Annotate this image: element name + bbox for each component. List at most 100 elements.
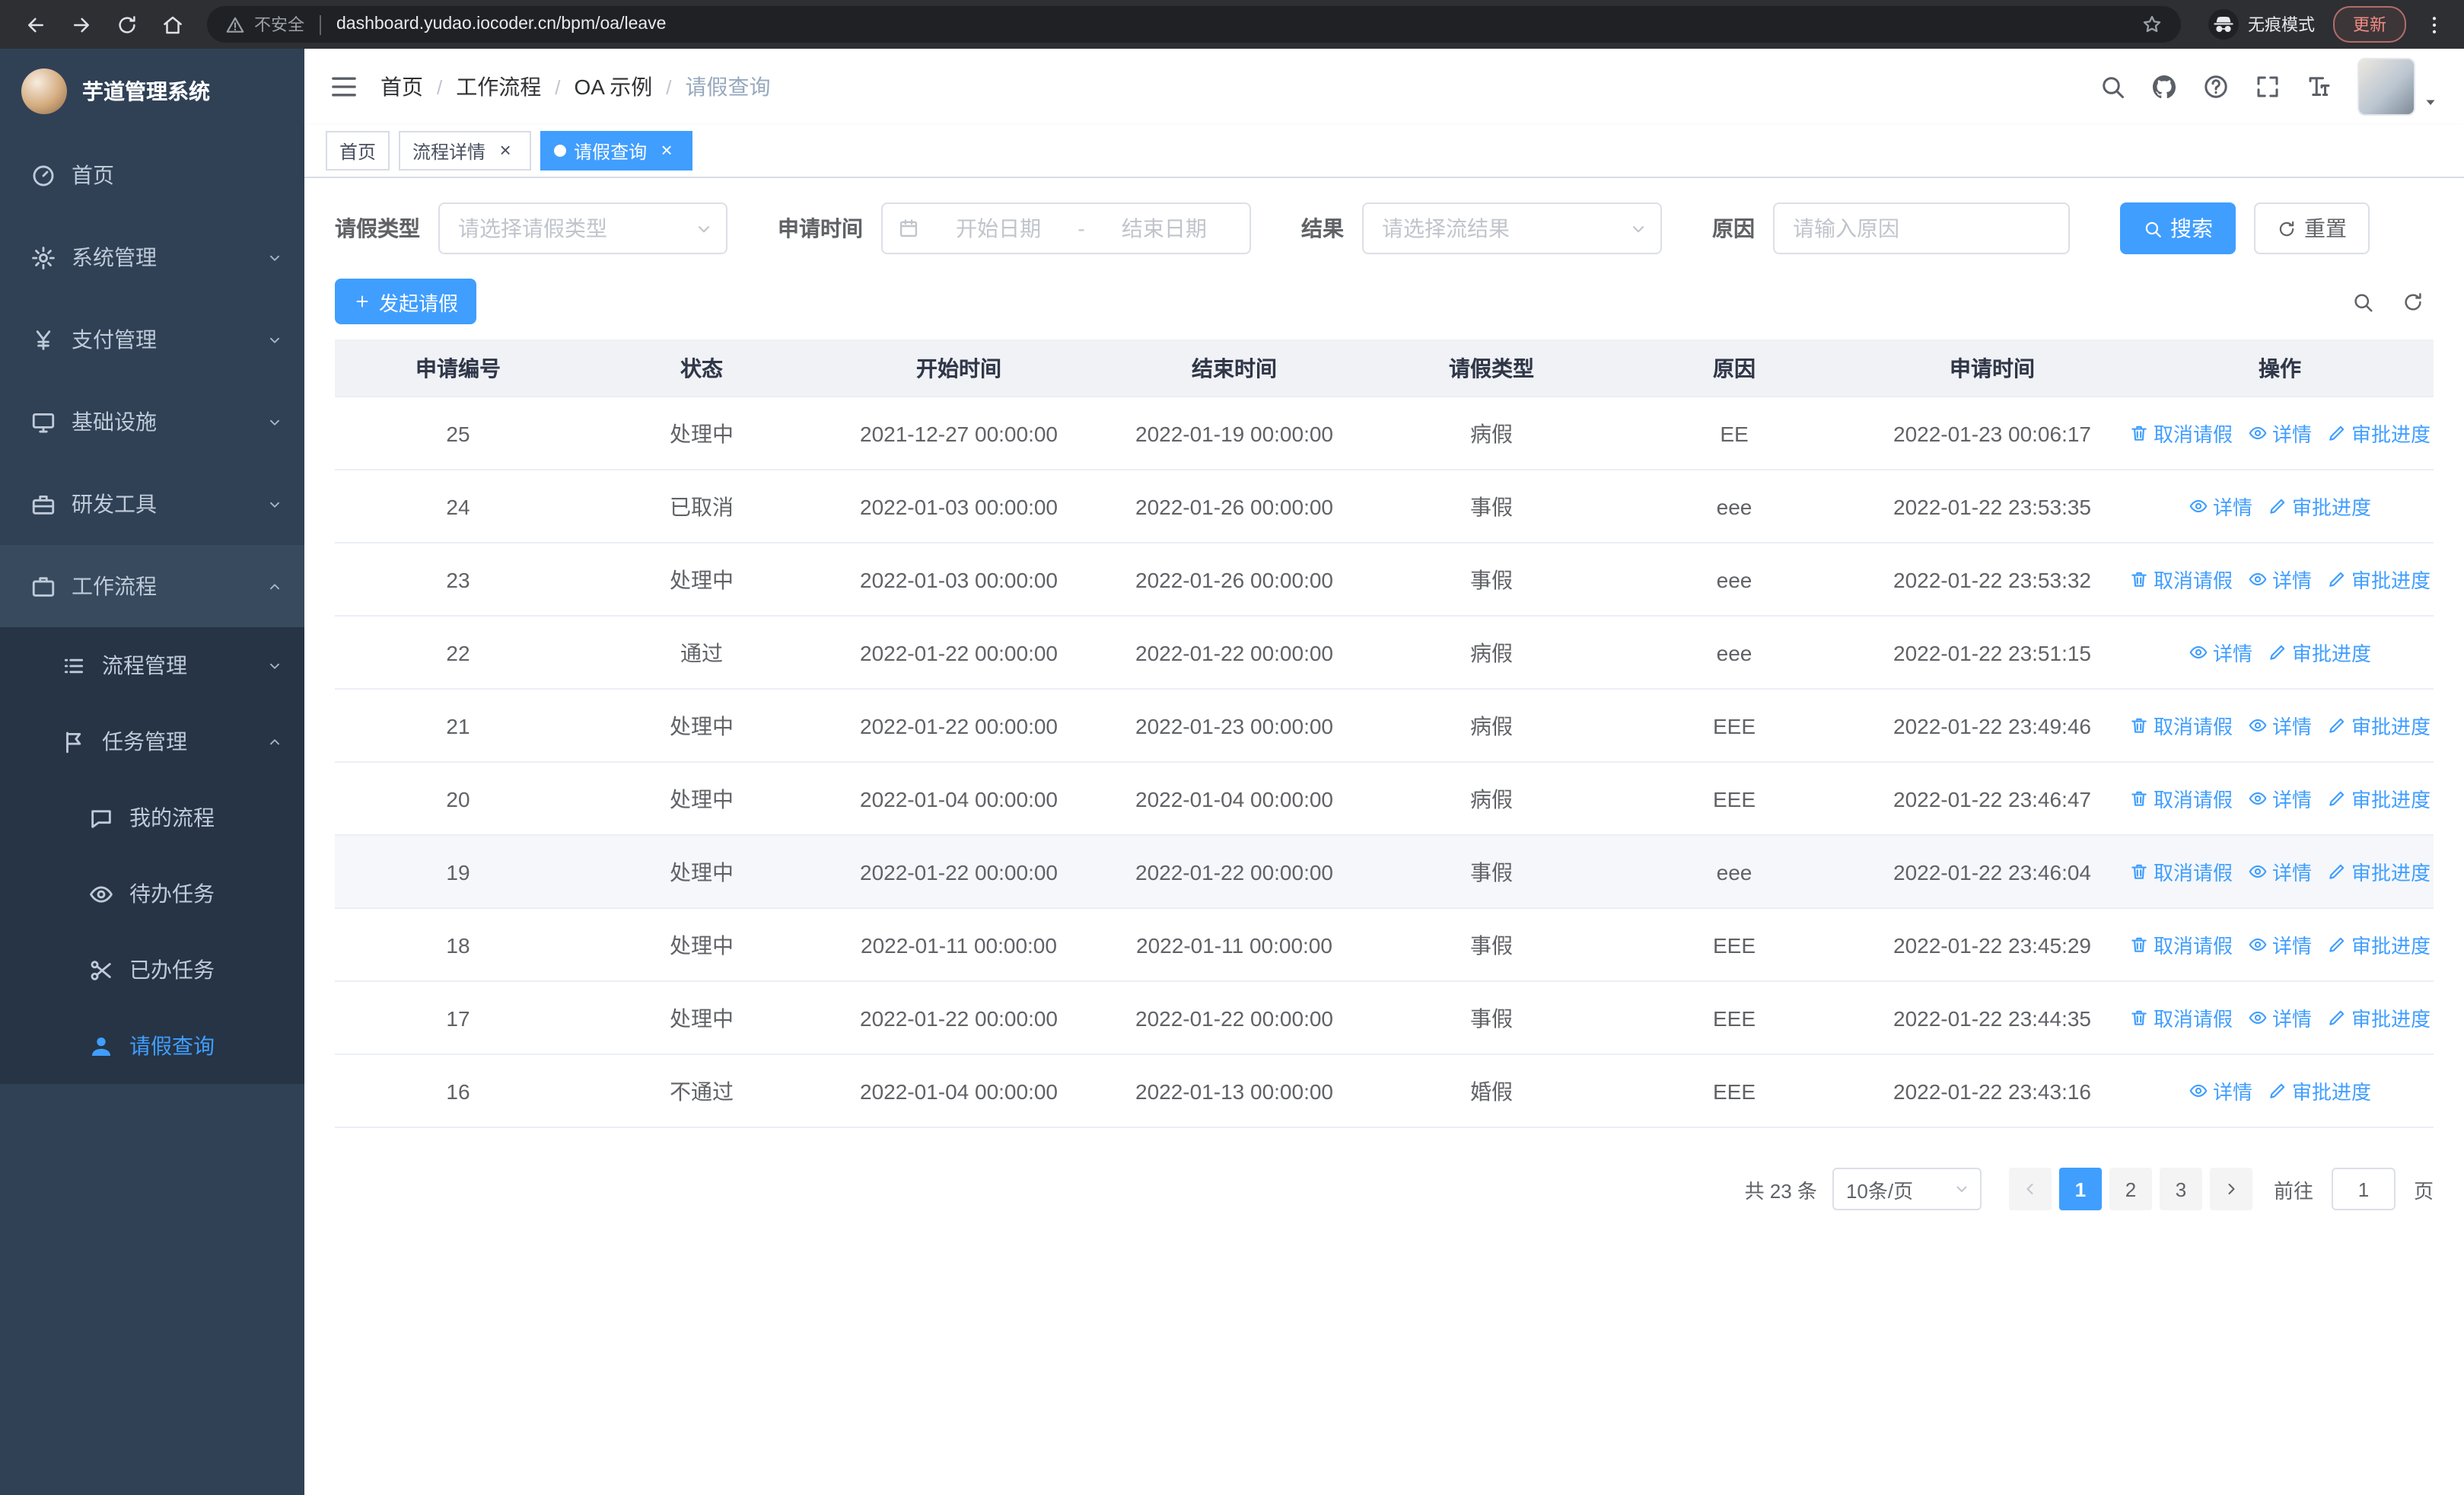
action-detail-link[interactable]: 详情 [2189, 638, 2252, 667]
back-icon[interactable] [15, 5, 55, 44]
sidebar-item[interactable]: 任务管理 [0, 703, 304, 779]
reload-icon[interactable] [107, 5, 146, 44]
column-header: 申请时间 [1858, 339, 2126, 397]
table-row: 19 处理中 2022-01-22 00:00:00 2022-01-22 00:00… [335, 835, 2434, 909]
bookmark-star-icon[interactable] [2141, 14, 2163, 35]
sidebar-item[interactable]: 工作流程 [0, 545, 304, 627]
row-actions: 取消请假 详情 审批进度 [2126, 419, 2434, 448]
action-detail-link[interactable]: 详情 [2248, 1003, 2312, 1032]
browser-home-icon[interactable] [152, 5, 192, 44]
apply-time-range-picker[interactable]: 开始日期 - 结束日期 [881, 202, 1251, 254]
github-icon[interactable] [2150, 73, 2178, 100]
hamburger-icon[interactable] [329, 72, 359, 102]
action-detail-link[interactable]: 详情 [2248, 857, 2312, 886]
cell-id: 21 [335, 689, 581, 763]
action-detail-link[interactable]: 详情 [2248, 711, 2312, 740]
not-secure-warning-icon [225, 14, 245, 34]
sidebar-item[interactable]: 首页 [0, 134, 304, 216]
sidebar-item[interactable]: 待办任务 [0, 856, 304, 932]
action-detail-link[interactable]: 详情 [2248, 419, 2312, 448]
tag-item[interactable]: 首页 [326, 131, 390, 171]
reset-button[interactable]: 重置 [2254, 202, 2370, 254]
chevron-down-icon [266, 413, 283, 430]
action-cancel-link[interactable]: 取消请假 [2129, 930, 2233, 959]
result-select[interactable]: 请选择流结果 [1362, 202, 1662, 254]
sidebar-item[interactable]: 我的流程 [0, 779, 304, 856]
action-detail-link[interactable]: 详情 [2189, 1076, 2252, 1105]
dashboard-icon [30, 162, 56, 188]
sidebar-item-label: 已办任务 [129, 958, 215, 982]
action-progress-link[interactable]: 审批进度 [2327, 419, 2431, 448]
reason-input[interactable] [1773, 202, 2070, 254]
cell-id: 18 [335, 908, 581, 982]
sidebar-item[interactable]: 系统管理 [0, 216, 304, 298]
action-detail-link[interactable]: 详情 [2248, 565, 2312, 594]
action-cancel-link[interactable]: 取消请假 [2129, 1003, 2233, 1032]
breadcrumb-item[interactable]: 首页 [380, 72, 423, 102]
chevron-up-icon [266, 733, 283, 750]
cell-start: 2022-01-22 00:00:00 [822, 835, 1096, 909]
action-progress-link[interactable]: 审批进度 [2327, 784, 2431, 813]
header-search-icon[interactable] [2099, 73, 2126, 100]
action-progress-link[interactable]: 审批进度 [2327, 1003, 2431, 1032]
cell-apply_time: 2022-01-22 23:46:04 [1858, 835, 2126, 909]
breadcrumb-item[interactable]: OA 示例 [575, 72, 653, 102]
tag-item[interactable]: 流程详情 × [399, 131, 532, 171]
sidebar-logo[interactable]: 芋道管理系统 [0, 49, 304, 134]
sidebar-item[interactable]: 流程管理 [0, 627, 304, 703]
update-button[interactable]: 更新 [2333, 6, 2406, 43]
table-refresh-icon[interactable] [2402, 290, 2424, 313]
next-page-button[interactable] [2209, 1168, 2252, 1210]
page-button[interactable]: 1 [2058, 1168, 2102, 1210]
sidebar-item[interactable]: 已办任务 [0, 932, 304, 1008]
search-button[interactable]: 搜索 [2120, 202, 2236, 254]
action-progress-link[interactable]: 审批进度 [2327, 711, 2431, 740]
edit-icon [2268, 642, 2287, 662]
tag-item[interactable]: 请假查询 × [540, 131, 693, 171]
action-progress-link[interactable]: 审批进度 [2268, 1076, 2371, 1105]
url-bar[interactable]: 不安全 dashboard.yudao.iocoder.cn/bpm/oa/le… [207, 6, 2181, 43]
prev-page-button[interactable] [2008, 1168, 2052, 1210]
sidebar-item[interactable]: 支付管理 [0, 298, 304, 381]
user-avatar[interactable] [2357, 58, 2440, 116]
action-cancel-link[interactable]: 取消请假 [2129, 419, 2233, 448]
sidebar-item[interactable]: 研发工具 [0, 463, 304, 545]
create-leave-button[interactable]: 发起请假 [335, 279, 477, 324]
sidebar-item[interactable]: 请假查询 [0, 1008, 304, 1084]
action-cancel-link[interactable]: 取消请假 [2129, 565, 2233, 594]
action-progress-link[interactable]: 审批进度 [2327, 565, 2431, 594]
action-detail-link[interactable]: 详情 [2248, 784, 2312, 813]
forward-icon[interactable] [61, 5, 100, 44]
action-cancel-link[interactable]: 取消请假 [2129, 784, 2233, 813]
page-button[interactable]: 3 [2159, 1168, 2202, 1210]
action-detail-link[interactable]: 详情 [2248, 930, 2312, 959]
browser-menu-icon[interactable] [2418, 5, 2449, 44]
goto-page-input[interactable] [2331, 1168, 2396, 1210]
font-size-icon[interactable] [2306, 73, 2333, 100]
action-cancel-link[interactable]: 取消请假 [2129, 711, 2233, 740]
leave-type-select[interactable]: 请选择请假类型 [438, 202, 727, 254]
close-icon[interactable]: × [493, 139, 517, 163]
close-icon[interactable]: × [654, 139, 679, 163]
breadcrumb-item[interactable]: 工作流程 [456, 72, 541, 102]
fullscreen-icon[interactable] [2254, 73, 2281, 100]
cell-actions: 取消请假 详情 审批进度 [2126, 762, 2434, 836]
action-cancel-link[interactable]: 取消请假 [2129, 857, 2233, 886]
cell-apply_time: 2022-01-22 23:45:29 [1858, 908, 2126, 982]
sidebar-item[interactable]: 基础设施 [0, 381, 304, 463]
not-secure-label[interactable]: 不安全 [254, 12, 304, 37]
chevron-down-icon [266, 331, 283, 348]
action-progress-link[interactable]: 审批进度 [2327, 857, 2431, 886]
toggle-search-icon[interactable] [2351, 290, 2374, 313]
action-progress-link[interactable]: 审批进度 [2327, 930, 2431, 959]
action-progress-link[interactable]: 审批进度 [2268, 638, 2371, 667]
page-size-select[interactable]: 10条/页 [1832, 1168, 1982, 1210]
action-detail-link[interactable]: 详情 [2189, 492, 2252, 521]
page-button[interactable]: 2 [2109, 1168, 2152, 1210]
sidebar-item-label: 任务管理 [102, 729, 187, 754]
help-icon[interactable] [2202, 73, 2230, 100]
url-text[interactable]: dashboard.yudao.iocoder.cn/bpm/oa/leave [336, 15, 667, 33]
cell-status: 处理中 [581, 689, 822, 763]
action-progress-link[interactable]: 审批进度 [2268, 492, 2371, 521]
trash-icon [2129, 789, 2149, 808]
